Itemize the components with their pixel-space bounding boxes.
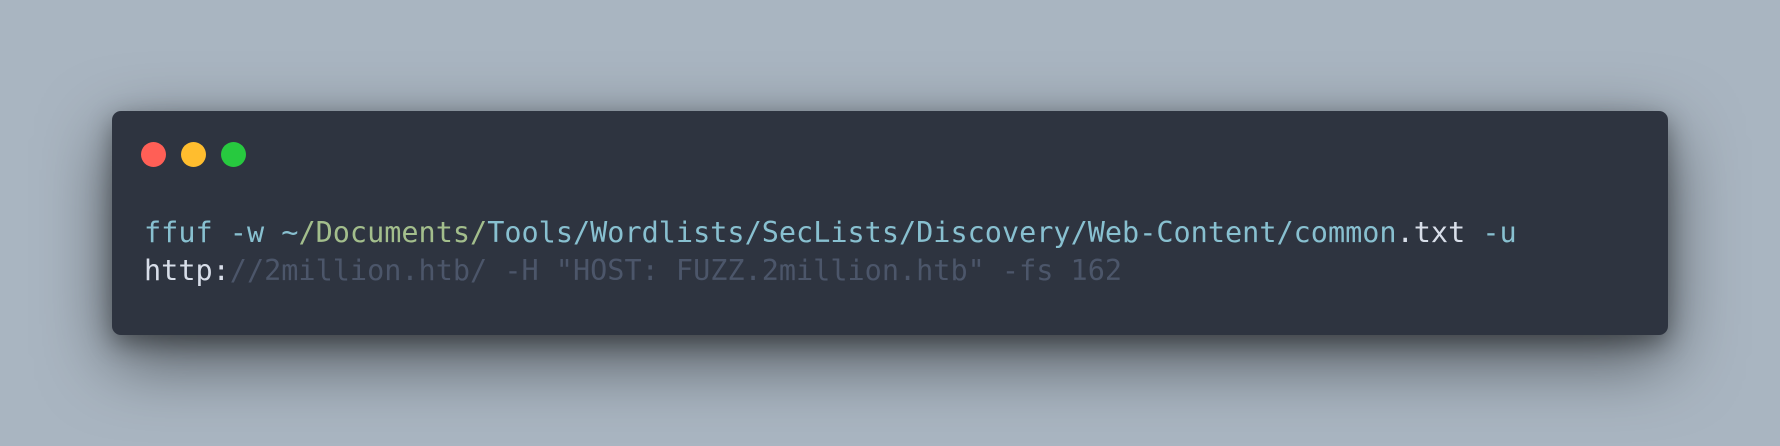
minimize-button[interactable] bbox=[181, 142, 206, 167]
command-token: Tools/Wordlists/SecLists/Discovery/Web-C… bbox=[487, 216, 1397, 249]
window-controls bbox=[141, 142, 246, 167]
terminal-window: ffuf -w ~/Documents/Tools/Wordlists/SecL… bbox=[112, 111, 1668, 335]
command-line: ffuf -w ~/Documents/Tools/Wordlists/SecL… bbox=[144, 214, 1517, 252]
command-token: -u bbox=[1482, 216, 1517, 249]
close-button[interactable] bbox=[141, 142, 166, 167]
command-token: /Documents/ bbox=[298, 216, 488, 249]
command-line: http://2million.htb/ -H "HOST: FUZZ.2mil… bbox=[144, 252, 1517, 290]
command-token: http: bbox=[144, 254, 230, 287]
maximize-button[interactable] bbox=[221, 142, 246, 167]
command-text: ffuf -w ~/Documents/Tools/Wordlists/SecL… bbox=[144, 214, 1517, 290]
command-token: //2million.htb/ -H "HOST: FUZZ.2million.… bbox=[229, 254, 1123, 287]
command-token: .txt bbox=[1396, 216, 1483, 249]
command-token: ffuf -w ~ bbox=[144, 216, 299, 249]
